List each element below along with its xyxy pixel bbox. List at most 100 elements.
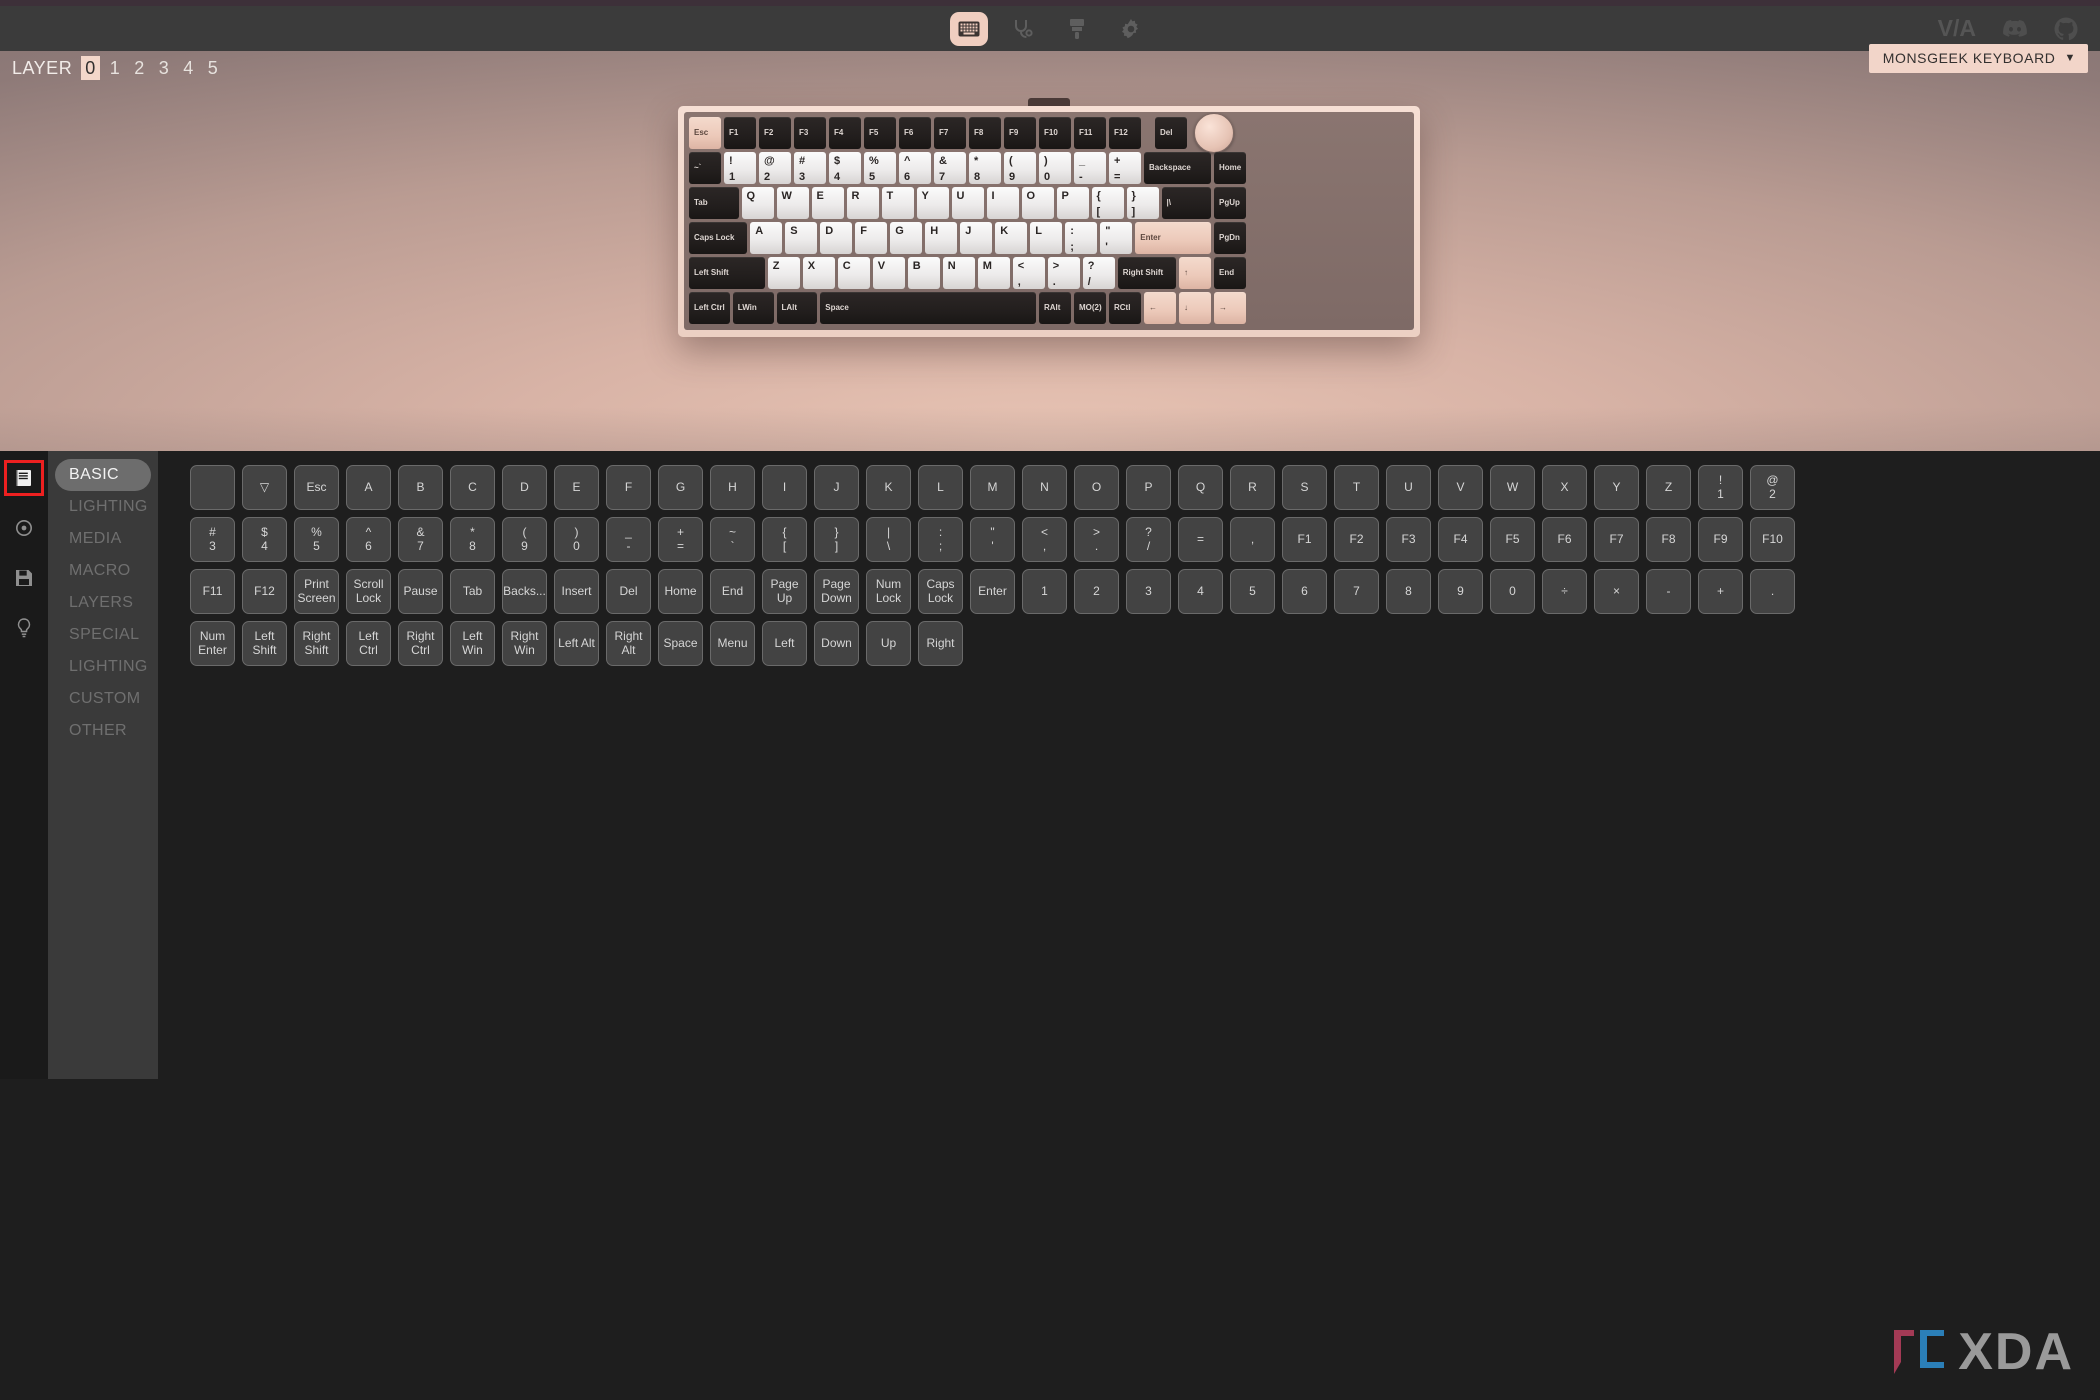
keyboard-key[interactable]: Left Shift [689,257,765,289]
keycode-button[interactable]: ! 1 [1698,465,1743,510]
keycode-button[interactable]: * 8 [450,517,495,562]
keyboard-key[interactable]: F3 [794,117,826,149]
keycode-button[interactable]: , [1230,517,1275,562]
keyboard-key[interactable]: L [1030,222,1063,254]
keycode-button[interactable]: A [346,465,391,510]
keycode-button[interactable]: ÷ [1542,569,1587,614]
keyboard-key[interactable]: C [837,257,870,289]
keyboard-key[interactable]: LWin [732,292,774,324]
keycode-button[interactable]: Left Alt [554,621,599,666]
keycode-button[interactable]: = [1178,517,1223,562]
keyboard-key[interactable]: F1 [724,117,756,149]
keycode-button[interactable]: Menu [710,621,755,666]
keycode-button[interactable]: + = [658,517,703,562]
keycode-button[interactable]: Scroll Lock [346,569,391,614]
keyboard-key[interactable]: Y [916,187,949,219]
keyboard-key[interactable]: ↑ [1179,257,1211,289]
keycode-button[interactable]: O [1074,465,1119,510]
keyboard-key[interactable]: RAlt [1039,292,1071,324]
keyboard-key[interactable]: D [820,222,853,254]
keyboard-key[interactable]: F10 [1039,117,1071,149]
keyboard-key[interactable]: F6 [899,117,931,149]
keyboard-key[interactable]: Left Ctrl [689,292,730,324]
keycode-button[interactable]: T [1334,465,1379,510]
keycode-button[interactable]: Right Win [502,621,547,666]
keyboard-key[interactable]: |\ [1161,187,1211,219]
keyboard-key[interactable]: Space [820,292,1036,324]
keycode-button[interactable]: Insert [554,569,599,614]
keycode-button[interactable]: F7 [1594,517,1639,562]
keycode-button[interactable]: . [1750,569,1795,614]
keycode-button[interactable]: & 7 [398,517,443,562]
layer-button-3[interactable]: 3 [155,56,174,80]
keyboard-key[interactable]: V [872,257,905,289]
keyboard-key[interactable]: F12 [1109,117,1141,149]
paintbrush-icon[interactable] [1058,12,1096,46]
keyboard-key[interactable]: F11 [1074,117,1106,149]
keycode-button[interactable]: Page Up [762,569,807,614]
layer-button-4[interactable]: 4 [179,56,198,80]
keycode-button[interactable]: C [450,465,495,510]
keycode-button[interactable]: Caps Lock [918,569,963,614]
gear-icon[interactable] [1112,12,1150,46]
keyboard-key[interactable]: PgDn [1214,222,1246,254]
keyboard-key[interactable]: }] [1126,187,1159,219]
keycode-button[interactable]: F [606,465,651,510]
keyboard-key[interactable]: <, [1012,257,1045,289]
keyboard-key[interactable]: @2 [759,152,791,184]
keycode-button[interactable]: F8 [1646,517,1691,562]
keyboard-key[interactable]: Z [767,257,800,289]
keyboard-key[interactable]: G [890,222,923,254]
keycode-button[interactable]: Num Enter [190,621,235,666]
keyboard-key[interactable]: Tab [689,187,739,219]
keycode-button[interactable]: K [866,465,911,510]
keyboard-key[interactable]: (9 [1004,152,1036,184]
keycode-button[interactable]: :; [918,517,963,562]
keyboard-key[interactable]: F7 [934,117,966,149]
keycode-button[interactable]: Down [814,621,859,666]
keycode-button[interactable]: B [398,465,443,510]
keyboard-key[interactable]: >. [1047,257,1080,289]
keycode-button[interactable]: Enter [970,569,1015,614]
keycode-button[interactable]: 5 [1230,569,1275,614]
keyboard-key[interactable]: H [925,222,958,254]
keycode-button[interactable]: Q [1178,465,1223,510]
keycode-button[interactable]: Esc [294,465,339,510]
keycode-button[interactable]: F4 [1438,517,1483,562]
keycode-button[interactable]: F5 [1490,517,1535,562]
sidebar-item-lighting-1[interactable]: LIGHTING [55,491,151,523]
keyboard-key[interactable]: ) 0 [1039,152,1071,184]
keyboard-key[interactable]: K [995,222,1028,254]
keyboard-key[interactable]: ↓ [1179,292,1211,324]
bulb-icon[interactable] [7,613,41,643]
keycode-button[interactable]: 1 [1022,569,1067,614]
keyboard-key[interactable]: Enter [1135,222,1211,254]
keycode-button[interactable]: J [814,465,859,510]
keycode-button[interactable]: Left Shift [242,621,287,666]
keycode-button[interactable]: D [502,465,547,510]
keycode-button[interactable]: F10 [1750,517,1795,562]
keyboard-key[interactable]: Caps Lock [689,222,748,254]
layer-button-2[interactable]: 2 [130,56,149,80]
keyboard-key[interactable]: * 8 [969,152,1001,184]
keycode-button[interactable]: Tab [450,569,495,614]
keyboard-icon[interactable] [950,11,988,46]
save-icon[interactable] [7,563,41,593]
keycode-button[interactable]: % 5 [294,517,339,562]
keycode-button[interactable]: | \ [866,517,911,562]
keycode-button[interactable]: P [1126,465,1171,510]
keyboard-key[interactable]: J [960,222,993,254]
keyboard-key[interactable]: B [907,257,940,289]
keyboard-key[interactable]: → [1214,292,1246,324]
keyboard-key[interactable]: " ' [1100,222,1133,254]
keyboard-key[interactable]: F2 [759,117,791,149]
github-icon[interactable] [2054,17,2078,41]
keycode-button[interactable]: 2 [1074,569,1119,614]
keyboard-key[interactable]: Del [1155,117,1187,149]
record-icon[interactable] [7,513,41,543]
keycode-button[interactable]: W [1490,465,1535,510]
keycode-button[interactable]: L [918,465,963,510]
keyboard-key[interactable]: A [750,222,783,254]
keyboard-select-dropdown[interactable]: MONSGEEK KEYBOARD ▼ [1868,44,2088,73]
keycode-button[interactable]: Page Down [814,569,859,614]
